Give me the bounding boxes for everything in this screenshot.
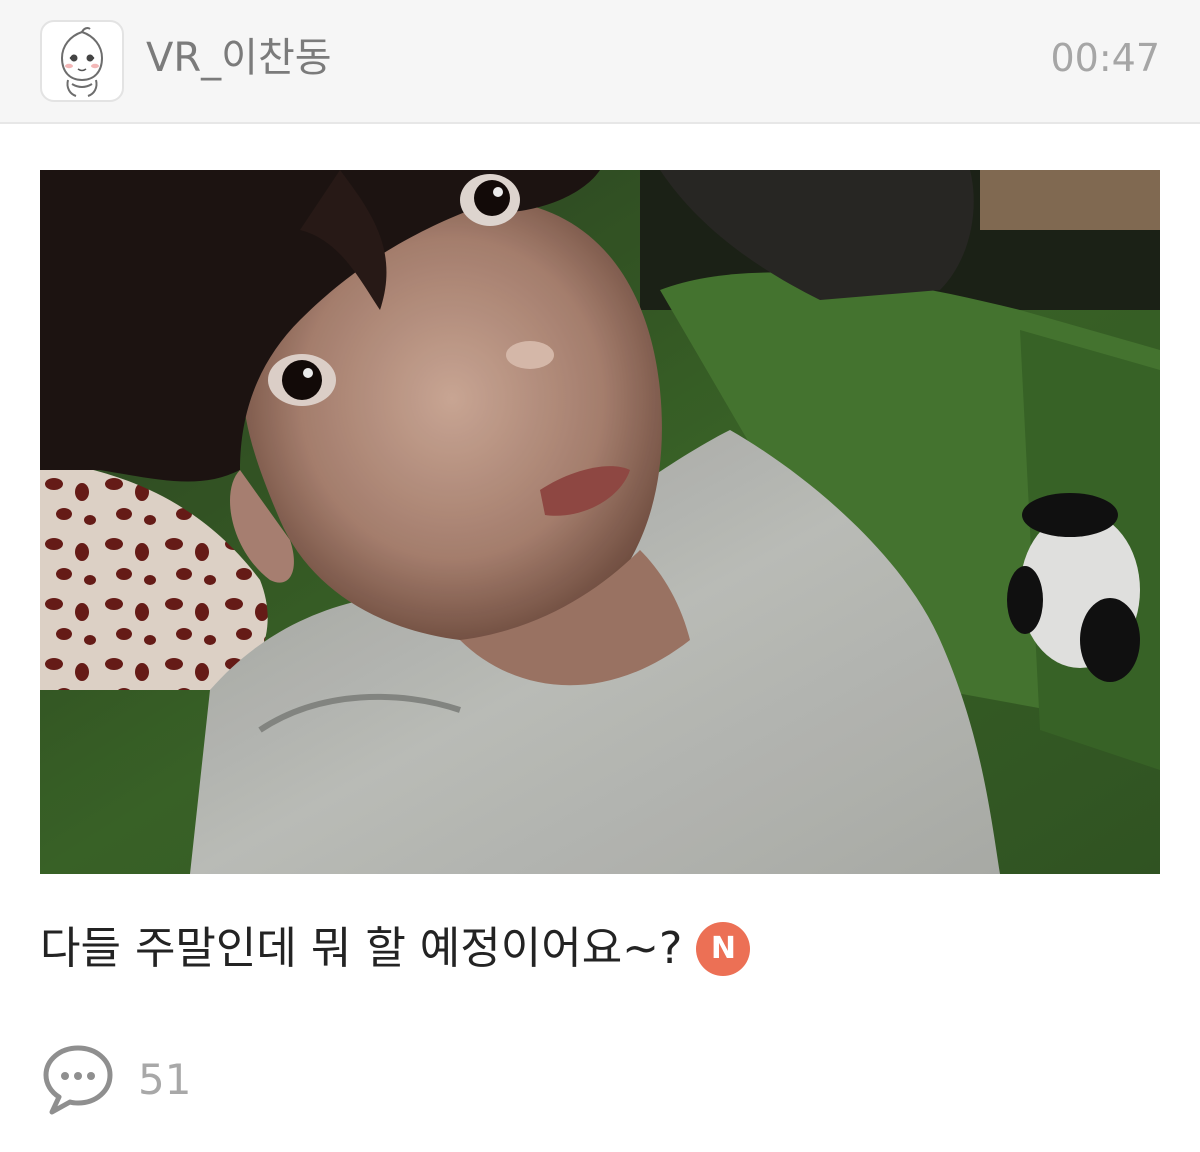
new-badge: N — [696, 922, 751, 976]
peach-character-avatar-icon — [60, 27, 104, 97]
post-header: VR_이찬동 00:47 — [0, 0, 1200, 124]
selfie-photo — [40, 170, 1160, 874]
speech-bubble-icon[interactable] — [40, 1042, 116, 1118]
post-photo[interactable] — [40, 170, 1160, 874]
post-time: 00:47 — [1050, 36, 1160, 80]
avatar[interactable] — [40, 20, 124, 102]
post-text-row: 다들 주말인데 뭐 할 예정이어요~? N — [40, 914, 751, 984]
author-name[interactable]: VR_이찬동 — [146, 32, 332, 84]
comment-row[interactable]: 51 — [40, 1040, 191, 1120]
post-text: 다들 주말인데 뭐 할 예정이어요~? — [40, 923, 683, 974]
comment-count: 51 — [138, 1055, 192, 1104]
